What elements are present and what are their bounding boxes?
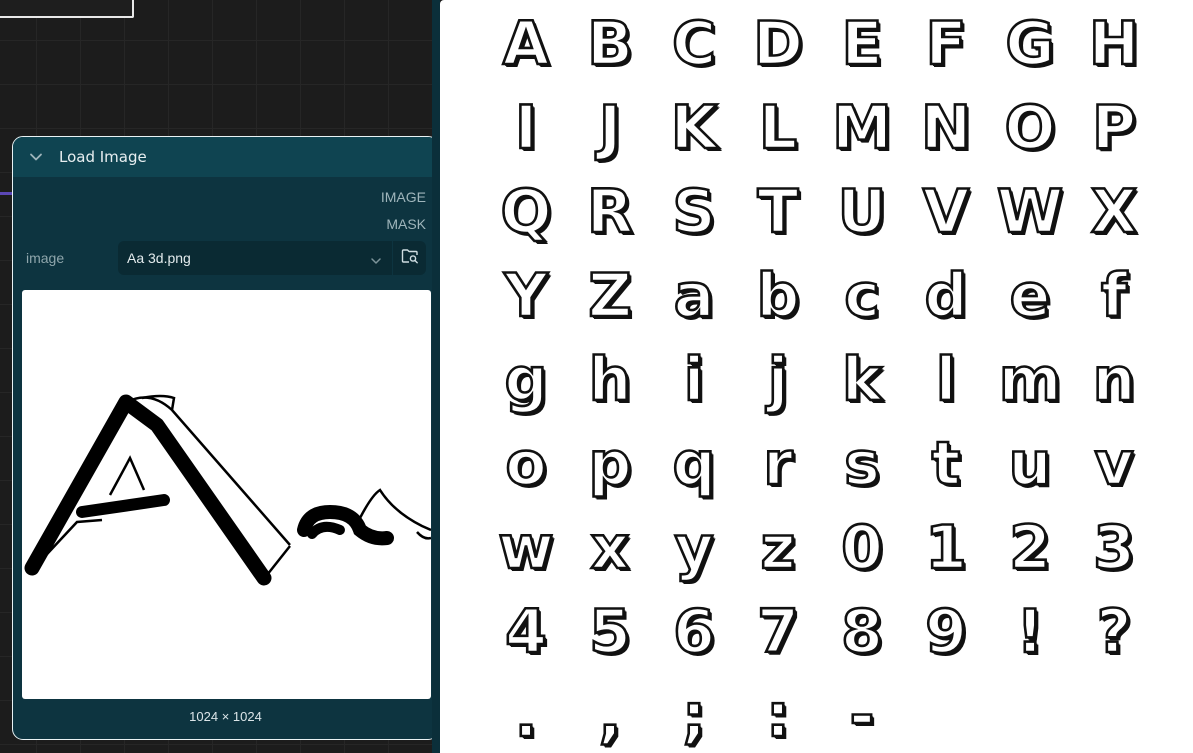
image-preview[interactable]: [22, 290, 431, 699]
glyph: l: [934, 344, 957, 417]
glyph: x: [589, 512, 630, 585]
node-header[interactable]: Load Image: [13, 137, 438, 177]
glyph: H: [1088, 8, 1141, 81]
glyph: r: [762, 428, 794, 501]
combo-value: Aa 3d.png: [127, 250, 191, 266]
image-combo[interactable]: Aa 3d.png: [118, 241, 392, 275]
glyph: L: [758, 92, 799, 165]
glyph: X: [1090, 176, 1139, 249]
glyph: u: [1007, 428, 1052, 501]
panel-divider: [432, 0, 440, 753]
glyph: 7: [756, 596, 800, 669]
glyph: 5: [588, 596, 632, 669]
glyph: 8: [840, 596, 884, 669]
chevron-down-icon[interactable]: [13, 150, 59, 164]
glyph: M: [831, 92, 893, 165]
glyph: ,: [597, 680, 622, 753]
glyph: f: [1100, 260, 1129, 333]
glyph: 1: [924, 512, 968, 585]
glyph: 4: [504, 596, 548, 669]
glyph: W: [996, 176, 1065, 249]
folder-search-icon: [401, 248, 419, 268]
glyph: p: [587, 428, 633, 501]
glyph: w: [497, 512, 555, 585]
preview-drawing: [24, 394, 431, 586]
glyph: :: [765, 680, 792, 753]
glyph: d: [923, 260, 969, 333]
glyph: c: [843, 260, 881, 333]
partial-node[interactable]: [0, 0, 134, 18]
glyph: ;: [681, 680, 708, 753]
glyph: q: [671, 428, 717, 501]
glyph: O: [1003, 92, 1057, 165]
output-label-image: IMAGE: [380, 189, 426, 205]
glyph: U: [836, 176, 887, 249]
glyph: 0: [840, 512, 884, 585]
load-image-node[interactable]: Load Image IMAGE MASK image Aa 3d.png 10…: [12, 136, 445, 740]
glyph: Z: [587, 260, 633, 333]
glyph: 9: [924, 596, 968, 669]
widget-label: image: [26, 250, 65, 266]
glyph: b: [755, 260, 801, 333]
glyph: n: [1091, 344, 1136, 417]
glyph: K: [669, 92, 718, 165]
glyph: s: [843, 428, 881, 501]
glyph: F: [924, 8, 968, 81]
glyph: e: [1008, 260, 1051, 333]
glyph: h: [587, 344, 632, 417]
output-label-mask: MASK: [386, 216, 426, 232]
glyph: R: [586, 176, 635, 249]
font-sheet-image: ABCDEFGH IJKLMNOP QRSTUVWX YZabcdef ghijklmn…: [440, 0, 1193, 753]
glyph: A: [501, 8, 550, 81]
glyph: !: [1015, 596, 1045, 669]
glyph: o: [504, 428, 548, 501]
glyph: y: [673, 512, 715, 585]
glyph: m: [997, 344, 1062, 417]
image-widget: image Aa 3d.png: [13, 241, 438, 277]
glyph: P: [1091, 92, 1138, 165]
glyph: j: [766, 344, 789, 417]
glyph: J: [598, 92, 623, 165]
glyph: -: [848, 680, 876, 753]
glyph: k: [841, 344, 884, 417]
glyph: T: [756, 176, 800, 249]
glyph: C: [671, 8, 718, 81]
glyph: .: [513, 680, 538, 753]
graph-canvas[interactable]: Load Image IMAGE MASK image Aa 3d.png 10…: [0, 0, 445, 753]
glyph: 3: [1092, 512, 1136, 585]
glyph: N: [920, 92, 973, 165]
glyph: Q: [499, 176, 553, 249]
glyph: z: [759, 512, 797, 585]
glyph: B: [586, 8, 634, 81]
glyph: G: [1004, 8, 1056, 81]
chevron-down-icon: [370, 252, 382, 271]
glyph: i: [682, 344, 705, 417]
glyph: D: [752, 8, 804, 81]
glyph: S: [671, 176, 717, 249]
glyph: v: [1093, 428, 1135, 501]
upload-button[interactable]: [393, 241, 426, 275]
glyph: ?: [1095, 596, 1132, 669]
glyph: a: [672, 260, 715, 333]
node-title: Load Image: [59, 148, 147, 166]
glyph: 6: [672, 596, 716, 669]
glyph: I: [514, 92, 539, 165]
glyph: E: [840, 8, 884, 81]
glyph: Y: [503, 260, 549, 333]
image-dimensions: 1024 × 1024: [189, 709, 262, 724]
glyph: g: [503, 344, 549, 417]
glyph: t: [930, 428, 961, 501]
glyph: V: [921, 176, 970, 249]
glyph: 2: [1008, 512, 1052, 585]
